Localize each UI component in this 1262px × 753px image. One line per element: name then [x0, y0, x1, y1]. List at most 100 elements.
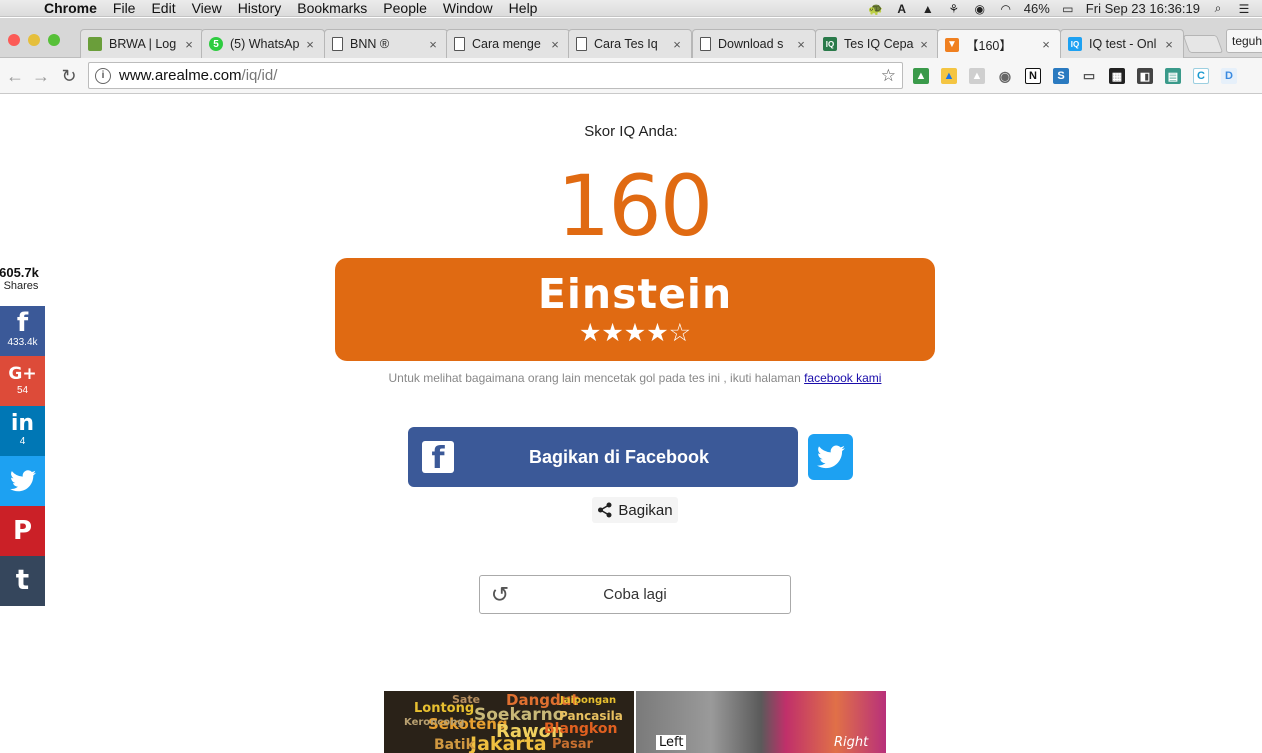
thumb-word: Sate	[452, 693, 481, 706]
tab-title: (5) WhatsAp	[230, 37, 300, 51]
menu-file[interactable]: File	[105, 0, 144, 17]
close-window-button[interactable]	[8, 34, 20, 46]
tab-title: Cara Tes Iq	[594, 37, 658, 51]
extension-drive-green-icon[interactable]: ▲	[913, 68, 929, 84]
battery-percent[interactable]: 46%	[1024, 1, 1050, 16]
spotlight-search-icon[interactable]: ⌕	[1210, 1, 1226, 15]
sidebar-tumblr-button[interactable]: t	[0, 556, 45, 606]
extension-capture-icon[interactable]: ◧	[1137, 68, 1153, 84]
extension-cast-icon[interactable]: ▭	[1081, 68, 1097, 84]
menu-bar-status-area: 🐢 A ▲ ⚘ ◉ ◠ 46% ▭ Fri Sep 23 16:36:19 ⌕ …	[868, 0, 1262, 17]
close-tab-icon[interactable]: ×	[795, 37, 807, 52]
close-tab-icon[interactable]: ×	[427, 37, 439, 52]
menu-people[interactable]: People	[375, 0, 435, 17]
menu-history[interactable]: History	[230, 0, 290, 17]
close-tab-icon[interactable]: ×	[549, 37, 561, 52]
thumb-word: Batik	[434, 737, 475, 753]
tree-icon[interactable]: ⚘	[946, 2, 962, 16]
close-tab-icon[interactable]: ×	[304, 37, 316, 52]
tab-1[interactable]: BRWA | Log ×	[80, 29, 204, 58]
thumb-word: Keroncong	[404, 717, 465, 728]
tab-7[interactable]: IQ Tes IQ Cepa ×	[815, 29, 939, 58]
extension-n-icon[interactable]: N	[1025, 68, 1041, 84]
sidebar-facebook-button[interactable]: f 433.4k	[0, 306, 45, 356]
whatsapp-icon: 5	[209, 37, 223, 51]
tab-title: Download s	[718, 37, 784, 51]
reload-icon[interactable]: ↻	[58, 65, 80, 87]
rating-stars: ★★★★☆	[578, 319, 692, 347]
close-tab-icon[interactable]: ×	[671, 37, 683, 52]
retry-button[interactable]: ↺ Coba lagi	[479, 575, 791, 614]
score-label: Skor IQ Anda:	[584, 123, 678, 140]
page-icon	[454, 37, 465, 51]
share-facebook-label: Bagikan di Facebook	[528, 446, 710, 467]
menu-app-chrome[interactable]: Chrome	[36, 0, 105, 17]
sidebar-linkedin-button[interactable]: in 4	[0, 406, 45, 456]
menu-bookmarks[interactable]: Bookmarks	[289, 0, 375, 17]
battery-icon[interactable]: ▭	[1060, 2, 1076, 16]
tab-2[interactable]: 5 (5) WhatsAp ×	[201, 29, 325, 58]
extension-d-icon[interactable]: D	[1221, 68, 1237, 84]
tab-title: Tes IQ Cepa	[844, 37, 914, 51]
menu-help[interactable]: Help	[501, 0, 546, 17]
tab-4[interactable]: Cara menge ×	[446, 29, 570, 58]
profile-button[interactable]: teguh	[1226, 29, 1262, 53]
extension-drive-grey-icon[interactable]: ▲	[969, 68, 985, 84]
tab-title: 【160】	[966, 39, 1012, 53]
wifi-icon[interactable]: ◠	[998, 2, 1014, 16]
tab-title: BNN ®	[350, 37, 390, 51]
site-info-icon[interactable]: i	[95, 67, 111, 84]
close-tab-icon[interactable]: ×	[1040, 37, 1052, 52]
clock[interactable]: Fri Sep 23 16:36:19	[1086, 1, 1200, 16]
minimize-window-button[interactable]	[28, 34, 40, 46]
tab-5[interactable]: Cara Tes Iq ×	[568, 29, 692, 58]
retry-label: Coba lagi	[603, 586, 667, 603]
extension-s-icon[interactable]: S	[1053, 68, 1069, 84]
page-icon	[700, 37, 711, 51]
extension-eye-icon[interactable]: ◉	[997, 68, 1013, 84]
share-facebook-button[interactable]: f Bagikan di Facebook	[408, 427, 798, 487]
menu-edit[interactable]: Edit	[143, 0, 183, 17]
sidebar-twitter-button[interactable]	[0, 456, 45, 506]
close-tab-icon[interactable]: ×	[918, 37, 930, 52]
chrome-tray-icon[interactable]: ◉	[972, 2, 988, 16]
drive-icon[interactable]: ▲	[920, 2, 936, 16]
extension-google-drive-icon[interactable]: ▲	[941, 68, 957, 84]
twitter-icon	[9, 470, 36, 492]
tab-9[interactable]: IQ IQ test - Onl ×	[1060, 29, 1184, 58]
tab-8[interactable]: ▼ 【160】 ×	[937, 29, 1061, 59]
address-bar[interactable]: i www.arealme.com/iq/id/ ☆	[88, 62, 903, 89]
back-icon[interactable]: ←	[4, 65, 26, 87]
notification-center-icon[interactable]: ☰	[1236, 2, 1252, 16]
twitter-icon	[816, 445, 845, 469]
turtle-icon[interactable]: 🐢	[868, 2, 884, 16]
mac-menu-bar: Chrome File Edit View History Bookmarks …	[0, 0, 1262, 17]
share-twitter-button[interactable]	[808, 434, 853, 480]
adobe-icon[interactable]: A	[894, 2, 910, 16]
forward-icon[interactable]: →	[30, 65, 52, 87]
tab-3[interactable]: BNN ® ×	[324, 29, 448, 58]
sidebar-pinterest-button[interactable]: P	[0, 506, 45, 556]
maximize-window-button[interactable]	[48, 34, 60, 46]
pinterest-icon: P	[12, 516, 33, 546]
related-thumbnail-brain[interactable]: Left Right	[636, 691, 886, 753]
extension-wave-icon[interactable]: C	[1193, 68, 1209, 84]
bookmark-star-icon[interactable]: ☆	[881, 66, 896, 86]
related-thumbnail-indonesia[interactable]: Lontong Dangdut Soekarno Sekoteng Rawon …	[384, 691, 634, 753]
page-icon	[332, 37, 343, 51]
share-button[interactable]: Bagikan	[592, 497, 678, 523]
facebook-page-link[interactable]: facebook kami	[804, 371, 881, 385]
close-tab-icon[interactable]: ×	[183, 37, 195, 52]
extension-grid-icon[interactable]: ▦	[1109, 68, 1125, 84]
share-total-count: 605.7k	[0, 265, 39, 280]
share-button-label: Bagikan	[618, 501, 673, 519]
menu-window[interactable]: Window	[435, 0, 501, 17]
extension-map-icon[interactable]: ▤	[1165, 68, 1181, 84]
tab-6[interactable]: Download s ×	[692, 29, 816, 58]
fox-icon: ▼	[945, 37, 959, 52]
menu-view[interactable]: View	[184, 0, 230, 17]
retry-icon: ↺	[490, 581, 510, 607]
close-tab-icon[interactable]: ×	[1163, 37, 1175, 52]
result-title: Einstein	[537, 270, 733, 318]
new-tab-button[interactable]	[1182, 35, 1224, 53]
